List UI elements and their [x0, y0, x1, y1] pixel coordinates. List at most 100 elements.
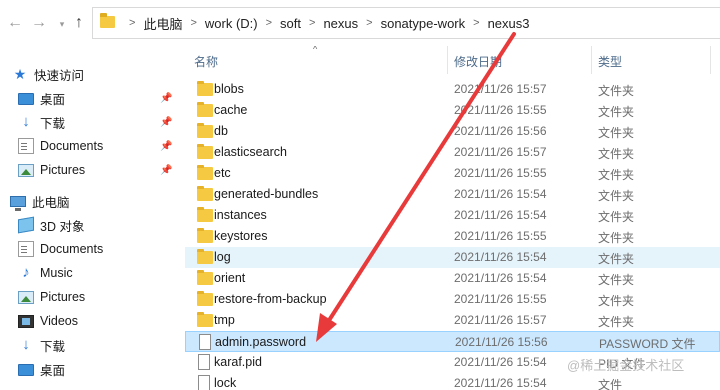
- breadcrumb-item[interactable]: soft: [280, 16, 301, 31]
- up-arrow-icon[interactable]: ↑: [68, 12, 90, 34]
- navigation-pane: ★ 快速访问 桌面 📌 ↓ 下载 📌 Documents 📌 Pictures …: [0, 46, 185, 390]
- file-row[interactable]: cache 2021/11/26 15:55 文件夹: [185, 100, 720, 121]
- nav-item-pictures[interactable]: Pictures: [18, 285, 185, 309]
- column-divider[interactable]: [591, 46, 592, 74]
- file-name: generated-bundles: [214, 187, 319, 201]
- file-name: cache: [214, 103, 248, 117]
- file-type: 文件夹: [598, 105, 635, 119]
- column-header-type[interactable]: 类型: [598, 53, 622, 70]
- file-type: 文件夹: [598, 294, 635, 308]
- file-type: 文件夹: [598, 315, 635, 329]
- folder-icon: [197, 207, 213, 222]
- folder-icon: [197, 186, 213, 201]
- file-type: 文件夹: [598, 147, 635, 161]
- forward-arrow-icon[interactable]: →: [28, 12, 50, 34]
- file-name: log: [214, 250, 231, 264]
- nav-label: Music: [40, 266, 73, 280]
- column-header-date[interactable]: 修改日期: [454, 53, 502, 70]
- file-modified-date: 2021/11/26 15:55: [454, 166, 547, 180]
- chevron-right-icon[interactable]: >: [190, 17, 196, 29]
- file-row[interactable]: admin.password 2021/11/26 15:56 PASSWORD 文…: [185, 331, 720, 352]
- nav-label: Pictures: [40, 163, 86, 177]
- document-icon: [18, 241, 34, 257]
- pin-icon[interactable]: 📌: [160, 93, 172, 105]
- file-list: ^ 名称 修改日期 类型 blobs 2021/11/26 15:57 文件夹 cac…: [185, 46, 720, 390]
- file-row[interactable]: restore-from-backup 2021/11/26 15:55 文件夹: [185, 289, 720, 310]
- file-modified-date: 2021/11/26 15:57: [454, 82, 547, 96]
- file-row[interactable]: elasticsearch 2021/11/26 15:57 文件夹: [185, 142, 720, 163]
- file-type: 文件夹: [598, 231, 635, 245]
- nav-label: 快速访问: [34, 68, 85, 83]
- folder-icon: [197, 249, 213, 264]
- column-divider[interactable]: [710, 46, 711, 74]
- column-header-name[interactable]: 名称: [194, 53, 218, 70]
- folder-icon: [197, 228, 213, 243]
- file-type: 文件夹: [598, 84, 635, 98]
- file-row[interactable]: keystores 2021/11/26 15:55 文件夹: [185, 226, 720, 247]
- file-modified-date: 2021/11/26 15:54: [454, 355, 547, 369]
- chevron-right-icon[interactable]: >: [129, 17, 135, 29]
- folder-icon: [197, 312, 213, 327]
- file-row[interactable]: etc 2021/11/26 15:55 文件夹: [185, 163, 720, 184]
- nav-label: 下载: [40, 339, 66, 354]
- file-row[interactable]: orient 2021/11/26 15:54 文件夹: [185, 268, 720, 289]
- folder-icon: [197, 81, 213, 96]
- nav-item-downloads[interactable]: ↓ 下载: [18, 333, 185, 357]
- nav-item-3d-objects[interactable]: 3D 对象: [18, 213, 185, 237]
- file-modified-date: 2021/11/26 15:56: [455, 335, 548, 349]
- nav-item-documents[interactable]: Documents: [18, 237, 185, 261]
- pin-icon[interactable]: 📌: [160, 165, 172, 177]
- column-divider[interactable]: [447, 46, 448, 74]
- music-icon: ♪: [22, 264, 30, 281]
- nav-this-pc[interactable]: 此电脑: [10, 189, 185, 213]
- back-arrow-icon[interactable]: ←: [4, 12, 26, 34]
- computer-icon: [10, 196, 26, 211]
- nav-label: 3D 对象: [40, 219, 85, 234]
- nav-item-videos[interactable]: Videos: [18, 309, 185, 333]
- file-row[interactable]: blobs 2021/11/26 15:57 文件夹: [185, 79, 720, 100]
- breadcrumb-item[interactable]: sonatype-work: [381, 16, 466, 31]
- document-icon: [18, 138, 34, 154]
- nav-item-music[interactable]: ♪ Music: [18, 261, 185, 285]
- address-toolbar: ← → ▾ ↑ > 此电脑 > work (D:) > soft > nexus…: [0, 0, 720, 46]
- folder-icon: [197, 291, 213, 306]
- file-row[interactable]: log 2021/11/26 15:54 文件夹: [185, 247, 720, 268]
- download-icon: ↓: [22, 336, 30, 353]
- file-icon: [198, 354, 210, 370]
- file-type: 文件: [598, 378, 623, 390]
- file-name: restore-from-backup: [214, 292, 327, 306]
- nav-label: Documents: [40, 139, 104, 153]
- breadcrumb-item[interactable]: work (D:): [205, 16, 258, 31]
- breadcrumb-item[interactable]: 此电脑: [143, 14, 182, 33]
- nav-item-desktop[interactable]: 桌面: [18, 357, 185, 381]
- chevron-right-icon[interactable]: >: [473, 17, 479, 29]
- sort-ascending-icon: ^: [313, 46, 318, 54]
- file-row[interactable]: lock 2021/11/26 15:54 文件: [185, 373, 720, 390]
- desktop-icon: [18, 93, 34, 105]
- breadcrumb-item[interactable]: nexus: [323, 16, 358, 31]
- folder-icon: [197, 102, 213, 117]
- file-row[interactable]: tmp 2021/11/26 15:57 文件夹: [185, 310, 720, 331]
- file-name: db: [214, 124, 228, 138]
- chevron-right-icon[interactable]: >: [309, 17, 315, 29]
- pictures-icon: [18, 291, 34, 304]
- desktop-icon: [18, 364, 34, 376]
- folder-icon: [197, 144, 213, 159]
- pin-icon[interactable]: 📌: [160, 141, 172, 153]
- file-row[interactable]: db 2021/11/26 15:56 文件夹: [185, 121, 720, 142]
- file-row[interactable]: instances 2021/11/26 15:54 文件夹: [185, 205, 720, 226]
- file-row[interactable]: generated-bundles 2021/11/26 15:54 文件夹: [185, 184, 720, 205]
- file-name: karaf.pid: [214, 355, 262, 369]
- file-modified-date: 2021/11/26 15:54: [454, 271, 547, 285]
- nav-quick-access[interactable]: ★ 快速访问: [12, 62, 185, 86]
- nav-label: 此电脑: [32, 195, 70, 210]
- file-modified-date: 2021/11/26 15:54: [454, 208, 547, 222]
- breadcrumb-item[interactable]: nexus3: [488, 16, 530, 31]
- pin-icon[interactable]: 📌: [160, 117, 172, 129]
- chevron-right-icon[interactable]: >: [266, 17, 272, 29]
- file-modified-date: 2021/11/26 15:55: [454, 229, 547, 243]
- chevron-right-icon[interactable]: >: [366, 17, 372, 29]
- address-bar[interactable]: > 此电脑 > work (D:) > soft > nexus > sonat…: [92, 7, 720, 39]
- nav-label: Pictures: [40, 290, 86, 304]
- file-name: admin.password: [215, 335, 307, 349]
